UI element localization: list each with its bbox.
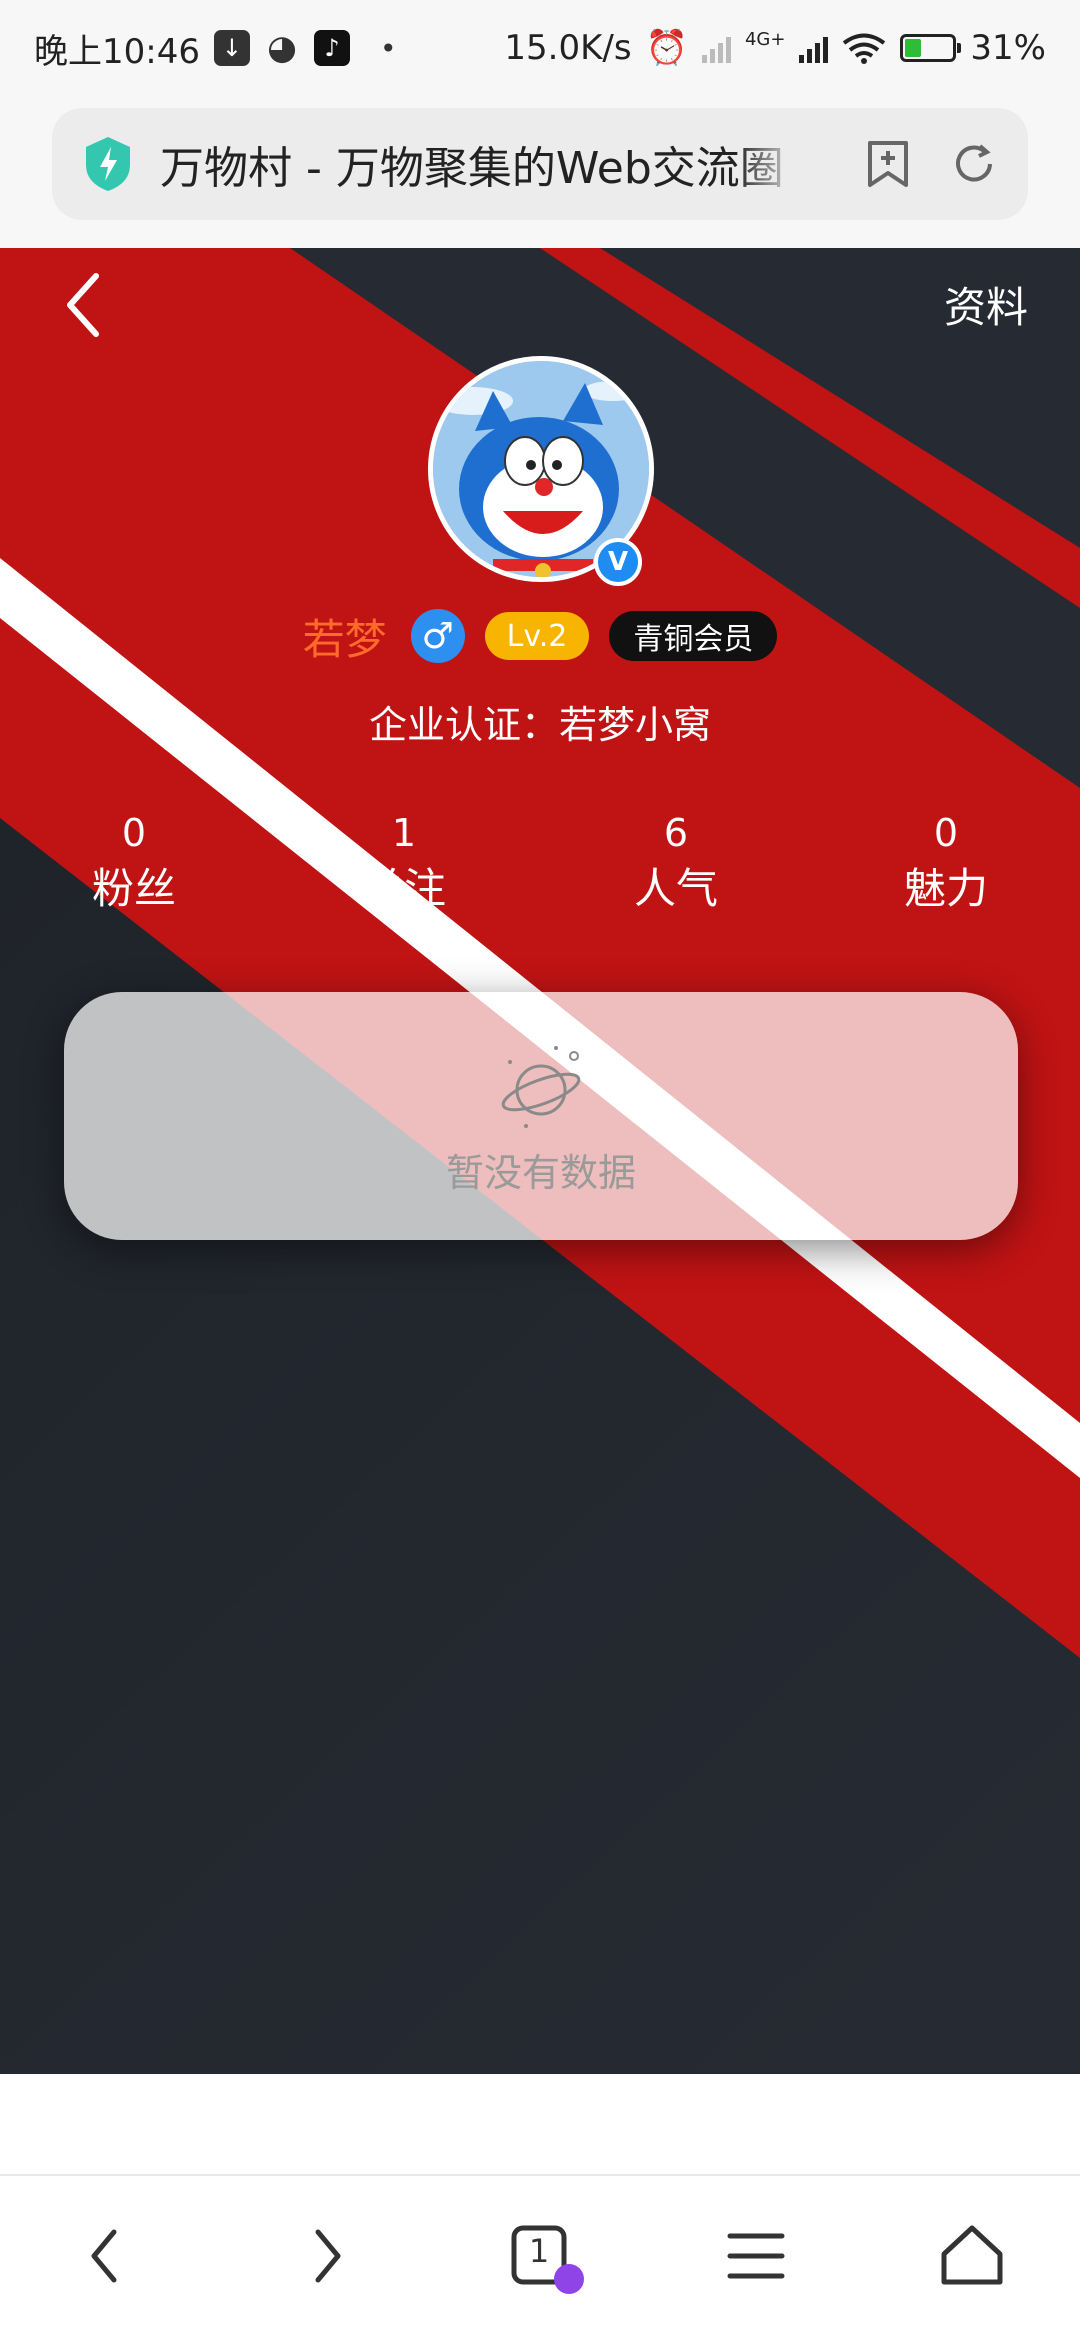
stat-label: 魅力: [903, 864, 988, 913]
status-bar: 晚上10:46 ↓ ◕ ♪ • 15.0K/s ⏰ 4G+ 31%: [0, 0, 1080, 96]
planet-icon: [501, 1046, 581, 1128]
profile-page: 资料 V 若梦 ♂ Lv.2 青铜会员 企业认证：若梦小窝 0 粉丝 1 关注 …: [0, 248, 1080, 2074]
add-bookmark-icon[interactable]: [866, 139, 910, 189]
refresh-icon[interactable]: [950, 140, 998, 188]
more-notifications-icon: •: [379, 31, 397, 65]
signal-icon-sim2: [799, 33, 829, 63]
home-icon[interactable]: [932, 2216, 1012, 2296]
male-gender-icon: ♂: [410, 609, 465, 663]
user-name-row: 若梦 ♂ Lv.2 青铜会员: [0, 606, 1080, 666]
nav-back-icon[interactable]: [66, 2216, 146, 2296]
stat-label: 粉丝: [91, 864, 176, 913]
signal-icon-sim1: [701, 33, 731, 63]
level-badge: Lv.2: [484, 612, 590, 660]
stat-value: 6: [663, 811, 689, 855]
download-icon: ↓: [213, 30, 250, 66]
stat-popularity[interactable]: 6 人气: [576, 808, 776, 920]
page-title: 万物村 - 万物聚集的Web交流圈: [160, 143, 784, 194]
vip-badge: 青铜会员: [609, 611, 778, 661]
network-speed: 15.0K/s: [504, 28, 632, 68]
stat-value: 0: [121, 811, 147, 855]
network-type: 4G+: [744, 29, 786, 50]
profile-stats: 0 粉丝 1 关注 6 人气 0 魅力: [0, 808, 1080, 938]
battery-icon: [900, 34, 962, 62]
profile-info-link[interactable]: 资料: [944, 274, 1028, 335]
wechat-icon: ◕: [267, 28, 297, 68]
address-bar[interactable]: 万物村 - 万物聚集的Web交流圈: [52, 108, 1028, 220]
certification-text: 企业认证：若梦小窝: [368, 703, 711, 747]
username: 若梦: [302, 614, 387, 664]
stat-charm[interactable]: 0 魅力: [846, 808, 1046, 920]
stat-value: 0: [933, 811, 959, 855]
stat-label: 人气: [633, 864, 718, 913]
verified-badge-icon: V: [594, 538, 642, 586]
wifi-icon: [843, 33, 886, 64]
stat-value: 1: [391, 811, 417, 855]
tabs-button[interactable]: 1: [500, 2216, 584, 2296]
stat-fans[interactable]: 0 粉丝: [34, 808, 234, 920]
security-shield-icon: [86, 137, 130, 191]
status-time: 晚上10:46: [34, 31, 200, 72]
incognito-badge-icon: [554, 2264, 584, 2294]
stat-label: 关注: [361, 864, 446, 913]
stat-following[interactable]: 1 关注: [304, 808, 504, 920]
tiktok-icon: ♪: [313, 30, 350, 66]
menu-icon[interactable]: [716, 2216, 796, 2296]
browser-bottom-nav: 1: [0, 2174, 1080, 2340]
empty-state-card: 暂没有数据: [64, 992, 1018, 1240]
browser-toolbar: 万物村 - 万物聚集的Web交流圈: [0, 96, 1080, 248]
battery-level: 31%: [970, 28, 1046, 68]
alarm-icon: ⏰: [645, 28, 688, 68]
back-icon[interactable]: [60, 270, 110, 340]
nav-forward-icon[interactable]: [286, 2216, 366, 2296]
empty-state-text: 暂没有数据: [445, 1151, 636, 1195]
